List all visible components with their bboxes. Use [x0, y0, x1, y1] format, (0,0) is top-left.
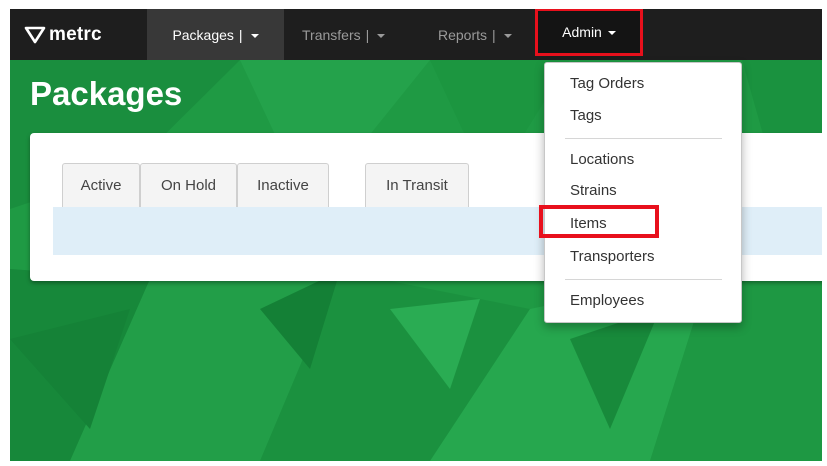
tab-on-hold[interactable]: On Hold [140, 163, 237, 207]
nav-separator: | [365, 26, 370, 43]
nav-separator: | [492, 26, 496, 43]
nav-admin-label: Admin [562, 24, 602, 40]
nav-separator: | [238, 26, 243, 43]
menu-item-tag-orders[interactable]: Tag Orders [570, 75, 644, 92]
menu-divider [565, 279, 722, 280]
brand-name: metrc [49, 23, 102, 45]
chevron-down-icon [377, 33, 386, 38]
nav-packages-label: Packages [172, 26, 234, 43]
chevron-down-icon [250, 33, 259, 38]
brand-logo[interactable]: metrc [24, 9, 102, 60]
admin-dropdown-menu: Tag Orders Tags Locations Strains Items … [544, 62, 742, 323]
chevron-down-icon [607, 31, 616, 35]
menu-divider [565, 138, 722, 139]
menu-item-employees[interactable]: Employees [570, 292, 644, 309]
menu-item-transporters[interactable]: Transporters [570, 248, 654, 265]
nav-transfers-label: Transfers [302, 26, 361, 43]
menu-item-items[interactable]: Items [570, 215, 607, 232]
app-window: metrc Packages | Transfers | Reports | A… [10, 9, 822, 461]
metrc-logo-icon [24, 26, 46, 43]
nav-reports-label: Reports [438, 26, 488, 43]
menu-item-locations[interactable]: Locations [570, 151, 634, 168]
chevron-down-icon [503, 33, 512, 38]
nav-transfers[interactable]: Transfers | [302, 9, 386, 60]
menu-item-strains[interactable]: Strains [570, 182, 617, 199]
nav-admin[interactable]: Admin [535, 9, 643, 56]
menu-item-tags[interactable]: Tags [570, 107, 602, 124]
page-title: Packages [30, 75, 183, 112]
top-navbar: metrc Packages | Transfers | Reports | A… [10, 9, 822, 60]
tab-in-transit[interactable]: In Transit [365, 163, 469, 207]
tab-inactive[interactable]: Inactive [237, 163, 329, 207]
nav-packages[interactable]: Packages | [147, 9, 284, 60]
tab-active[interactable]: Active [62, 163, 140, 207]
nav-reports[interactable]: Reports | [438, 9, 512, 60]
